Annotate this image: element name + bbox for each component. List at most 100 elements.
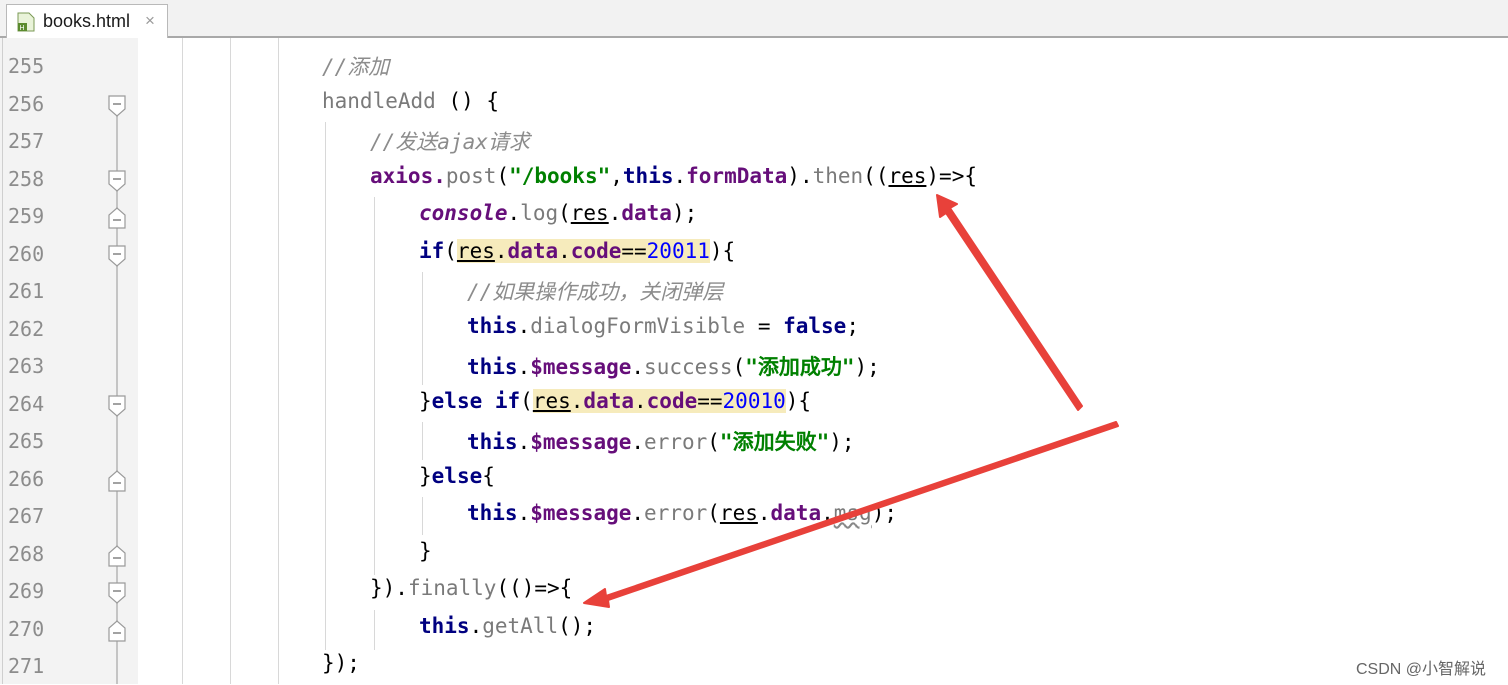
tok: this: [467, 501, 518, 525]
tok: (: [558, 201, 571, 225]
code-line-267[interactable]: 267 this.$message.error(res.data.msg);: [0, 498, 1508, 535]
tok: res: [888, 164, 927, 188]
code-text: this.dialogFormVisible = false;: [467, 314, 859, 338]
tok: =: [745, 314, 784, 338]
fold-end-icon[interactable]: [107, 469, 127, 493]
fold-collapse-icon[interactable]: [107, 244, 127, 268]
code-line-258[interactable]: 258 axios.post("/books",this.formData).t…: [0, 161, 1508, 198]
tok: ){: [785, 389, 812, 413]
tab-books-html[interactable]: H books.html ×: [6, 4, 168, 38]
code-line-256[interactable]: 256 handleAdd () {: [0, 86, 1508, 123]
code-line-255[interactable]: 255 //添加: [0, 48, 1508, 85]
tok: );: [854, 355, 880, 379]
close-tab-icon[interactable]: ×: [145, 11, 155, 31]
tok: error: [644, 430, 708, 454]
line-number: 270: [8, 617, 45, 641]
code-text: console.log(res.data);: [419, 201, 697, 225]
code-line-262[interactable]: 262 this.dialogFormVisible = false;: [0, 311, 1508, 348]
code-text: this.$message.success("添加成功");: [467, 351, 880, 381]
tok: .: [631, 430, 645, 454]
fold-end-icon[interactable]: [107, 619, 127, 643]
line-number: 259: [8, 204, 45, 228]
highlighted-expression: res.data.code==20010: [532, 389, 786, 413]
tok: "添加失败": [719, 430, 830, 454]
code-line-270[interactable]: 270 this.getAll();: [0, 611, 1508, 648]
tok: ,: [610, 164, 623, 188]
line-number: 264: [8, 392, 45, 416]
tok: res: [719, 501, 758, 525]
tok: $message: [530, 430, 632, 454]
fold-end-icon[interactable]: [107, 544, 127, 568]
fold-collapse-icon[interactable]: [107, 169, 127, 193]
tok: .: [517, 355, 531, 379]
tok: success: [644, 355, 733, 379]
tok: ==: [621, 239, 647, 263]
method-name: handleAdd: [322, 89, 436, 113]
tok: 20010: [722, 389, 786, 413]
code-text: //发送ajax请求: [370, 126, 530, 156]
code-text: }else if(res.data.code==20010){: [419, 389, 811, 413]
tok: {: [482, 464, 495, 488]
tok: .: [608, 201, 622, 225]
code-line-263[interactable]: 263 this.$message.success("添加成功");: [0, 348, 1508, 385]
tok: $message: [530, 355, 632, 379]
line-number: 269: [8, 579, 45, 603]
code-line-268[interactable]: 268 }: [0, 536, 1508, 573]
tok: );: [871, 501, 897, 525]
fold-collapse-icon[interactable]: [107, 581, 127, 605]
line-number: 258: [8, 167, 45, 191]
tok: data: [621, 201, 672, 225]
code-line-259[interactable]: 259 console.log(res.data);: [0, 198, 1508, 235]
tok: log: [520, 201, 559, 225]
line-number: 257: [8, 129, 45, 153]
code-line-271[interactable]: 271 });: [0, 648, 1508, 685]
tok: formData: [686, 164, 788, 188]
tok: });: [322, 651, 360, 675]
tok: );: [829, 430, 855, 454]
code-text: //添加: [322, 51, 389, 81]
tok: data: [770, 501, 822, 525]
code-text: axios.post("/books",this.formData).then(…: [370, 164, 977, 188]
code-line-264[interactable]: 264 }else if(res.data.code==20010){: [0, 386, 1508, 423]
code-line-257[interactable]: 257 //发送ajax请求: [0, 123, 1508, 160]
line-number: 256: [8, 92, 45, 116]
tok: (: [520, 389, 533, 413]
tok: msg: [833, 501, 872, 525]
fold-collapse-icon[interactable]: [107, 94, 127, 118]
tok: 20011: [646, 239, 710, 263]
tok: (: [732, 355, 746, 379]
tok: error: [644, 501, 708, 525]
highlighted-expression: res.data.code==20011: [456, 239, 710, 263]
tok: ;: [846, 314, 859, 338]
tok: ();: [558, 614, 597, 638]
tok: data: [507, 239, 559, 263]
tok: if: [419, 239, 445, 263]
tok: ){: [709, 239, 736, 263]
tok: $message: [530, 501, 632, 525]
comment: //发送ajax请求: [370, 130, 530, 154]
fold-collapse-icon[interactable]: [107, 394, 127, 418]
tok: .: [673, 164, 687, 188]
tok: )=>{: [926, 164, 977, 188]
code-text: this.getAll();: [419, 614, 596, 638]
tok: post: [445, 164, 497, 188]
code-line-269[interactable]: 269 }).finally(()=>{: [0, 573, 1508, 610]
tok: .: [469, 614, 483, 638]
tok: );: [671, 201, 698, 225]
code-line-260[interactable]: 260 if(res.data.code==20011){: [0, 236, 1508, 273]
code-line-265[interactable]: 265 this.$message.error("添加失败");: [0, 423, 1508, 460]
code-text: }).finally(()=>{: [370, 576, 572, 600]
tok: finally: [407, 576, 497, 600]
tab-label: books.html: [43, 11, 131, 31]
fold-end-icon[interactable]: [107, 206, 127, 230]
html-file-icon: H: [17, 12, 35, 32]
line-number: 260: [8, 242, 45, 266]
csdn-watermark: CSDN @小智解说: [1356, 661, 1487, 678]
tok: res: [532, 389, 571, 413]
tok: code: [570, 239, 622, 263]
code-line-266[interactable]: 266 }else{: [0, 461, 1508, 498]
tok: false: [783, 314, 847, 338]
tok: (: [707, 430, 720, 454]
code-line-261[interactable]: 261 //如果操作成功，关闭弹层: [0, 273, 1508, 310]
tok: code: [646, 389, 698, 413]
